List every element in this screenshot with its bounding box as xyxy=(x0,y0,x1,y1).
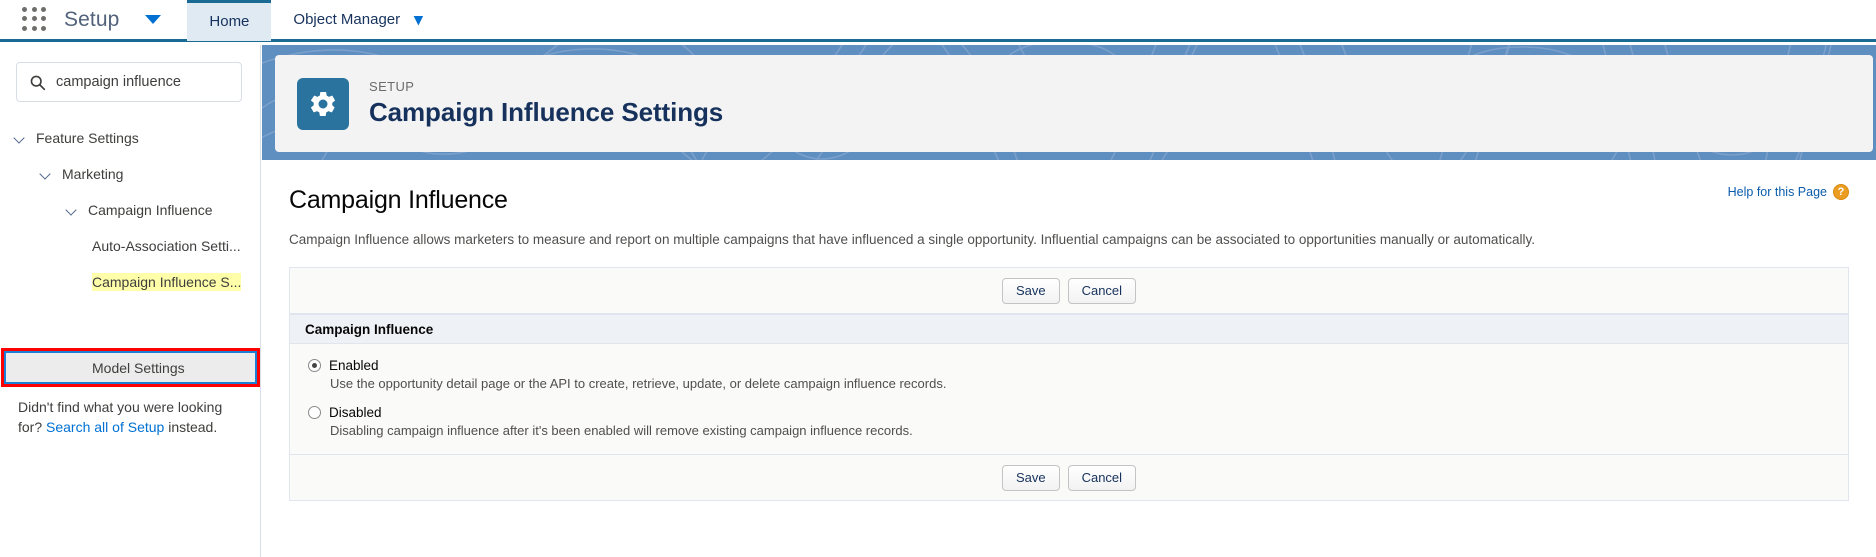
settings-panel: Help for this Page ? Campaign Influence … xyxy=(275,168,1863,557)
sidebar-item-auto-association-settings[interactable]: Auto-Association Setti... xyxy=(0,228,260,264)
top-button-bar: Save Cancel xyxy=(290,268,1848,315)
radio-enabled-help: Use the opportunity detail page or the A… xyxy=(330,376,947,392)
quick-find-search-box[interactable] xyxy=(16,62,242,102)
sidebar-item-feature-settings[interactable]: Feature Settings xyxy=(0,120,260,156)
help-for-this-page-link[interactable]: Help for this Page ? xyxy=(1728,184,1849,200)
chevron-down-icon[interactable] xyxy=(14,131,28,145)
sidebar-item-label: Feature Settings xyxy=(36,130,139,146)
section-description: Campaign Influence allows marketers to m… xyxy=(289,232,1535,247)
radio-disabled-icon[interactable] xyxy=(308,406,321,420)
radio-disabled-help: Disabling campaign influence after it's … xyxy=(330,423,913,439)
bottom-button-bar: Save Cancel xyxy=(290,454,1848,500)
tab-object-manager[interactable]: Object Manager ▾ xyxy=(271,0,454,41)
sidebar-item-label: Auto-Association Setti... xyxy=(92,238,241,254)
setup-sidebar: Feature Settings Marketing Campaign Infl… xyxy=(0,45,261,557)
app-launcher-grid-icon[interactable] xyxy=(22,6,48,33)
tab-object-manager-label: Object Manager xyxy=(293,11,401,28)
help-link-label: Help for this Page xyxy=(1727,185,1827,199)
search-all-of-setup-link[interactable]: Search all of Setup xyxy=(46,419,164,435)
sidebar-item-model-settings[interactable]: Model Settings xyxy=(4,351,257,384)
chevron-down-icon[interactable]: ▾ xyxy=(414,11,423,28)
chevron-down-icon[interactable] xyxy=(66,203,80,217)
chevron-down-icon[interactable] xyxy=(40,167,54,181)
page-eyebrow: SETUP xyxy=(369,79,415,94)
radio-disabled-label: Disabled xyxy=(329,405,382,421)
tab-home[interactable]: Home xyxy=(187,0,272,41)
save-button-top[interactable]: Save xyxy=(1001,277,1060,304)
setup-nav-tree: Feature Settings Marketing Campaign Infl… xyxy=(0,120,260,300)
cancel-button-bottom[interactable]: Cancel xyxy=(1067,464,1137,491)
gear-icon xyxy=(297,77,349,130)
caret-down-icon[interactable] xyxy=(145,15,162,24)
page-header-card: SETUP Campaign Influence Settings xyxy=(275,55,1873,152)
main-content-area: SETUP Campaign Influence Settings Help f… xyxy=(262,45,1876,557)
sidebar-item-label: Model Settings xyxy=(92,359,185,376)
form-section-header: Campaign Influence xyxy=(290,314,1848,345)
radio-group: Enabled Use the opportunity detail page … xyxy=(290,344,1848,455)
radio-enabled-icon[interactable] xyxy=(308,359,321,373)
save-button-bottom[interactable]: Save xyxy=(1001,464,1060,491)
tab-home-label: Home xyxy=(209,13,250,30)
cancel-button-top[interactable]: Cancel xyxy=(1067,277,1137,304)
sidebar-item-campaign-influence-settings[interactable]: Campaign Influence S... xyxy=(0,264,260,300)
setup-page-banner: SETUP Campaign Influence Settings xyxy=(262,45,1876,160)
sidebar-item-label: Marketing xyxy=(62,166,124,182)
radio-option-enabled[interactable]: Enabled xyxy=(290,358,1848,373)
global-header: Setup Home Object Manager ▾ xyxy=(0,0,1876,42)
sidebar-footer-text-after: instead. xyxy=(164,419,218,436)
sidebar-item-marketing[interactable]: Marketing xyxy=(0,156,260,192)
question-mark-icon[interactable]: ? xyxy=(1833,184,1849,200)
radio-enabled-label: Enabled xyxy=(329,358,379,374)
page-title: Campaign Influence Settings xyxy=(369,97,724,127)
search-input[interactable] xyxy=(56,74,241,90)
sidebar-footer-note: Didn't find what you were looking for? S… xyxy=(18,397,246,438)
sidebar-item-label: Campaign Influence xyxy=(88,202,213,218)
section-title: Campaign Influence xyxy=(289,186,508,214)
setup-title: Setup xyxy=(64,7,120,31)
sidebar-item-campaign-influence[interactable]: Campaign Influence xyxy=(0,192,260,228)
search-icon xyxy=(29,74,46,91)
campaign-influence-form: Save Cancel Campaign Influence Enabled U… xyxy=(289,267,1849,502)
radio-option-disabled[interactable]: Disabled xyxy=(290,405,1848,420)
sidebar-item-label: Campaign Influence S... xyxy=(92,273,242,291)
